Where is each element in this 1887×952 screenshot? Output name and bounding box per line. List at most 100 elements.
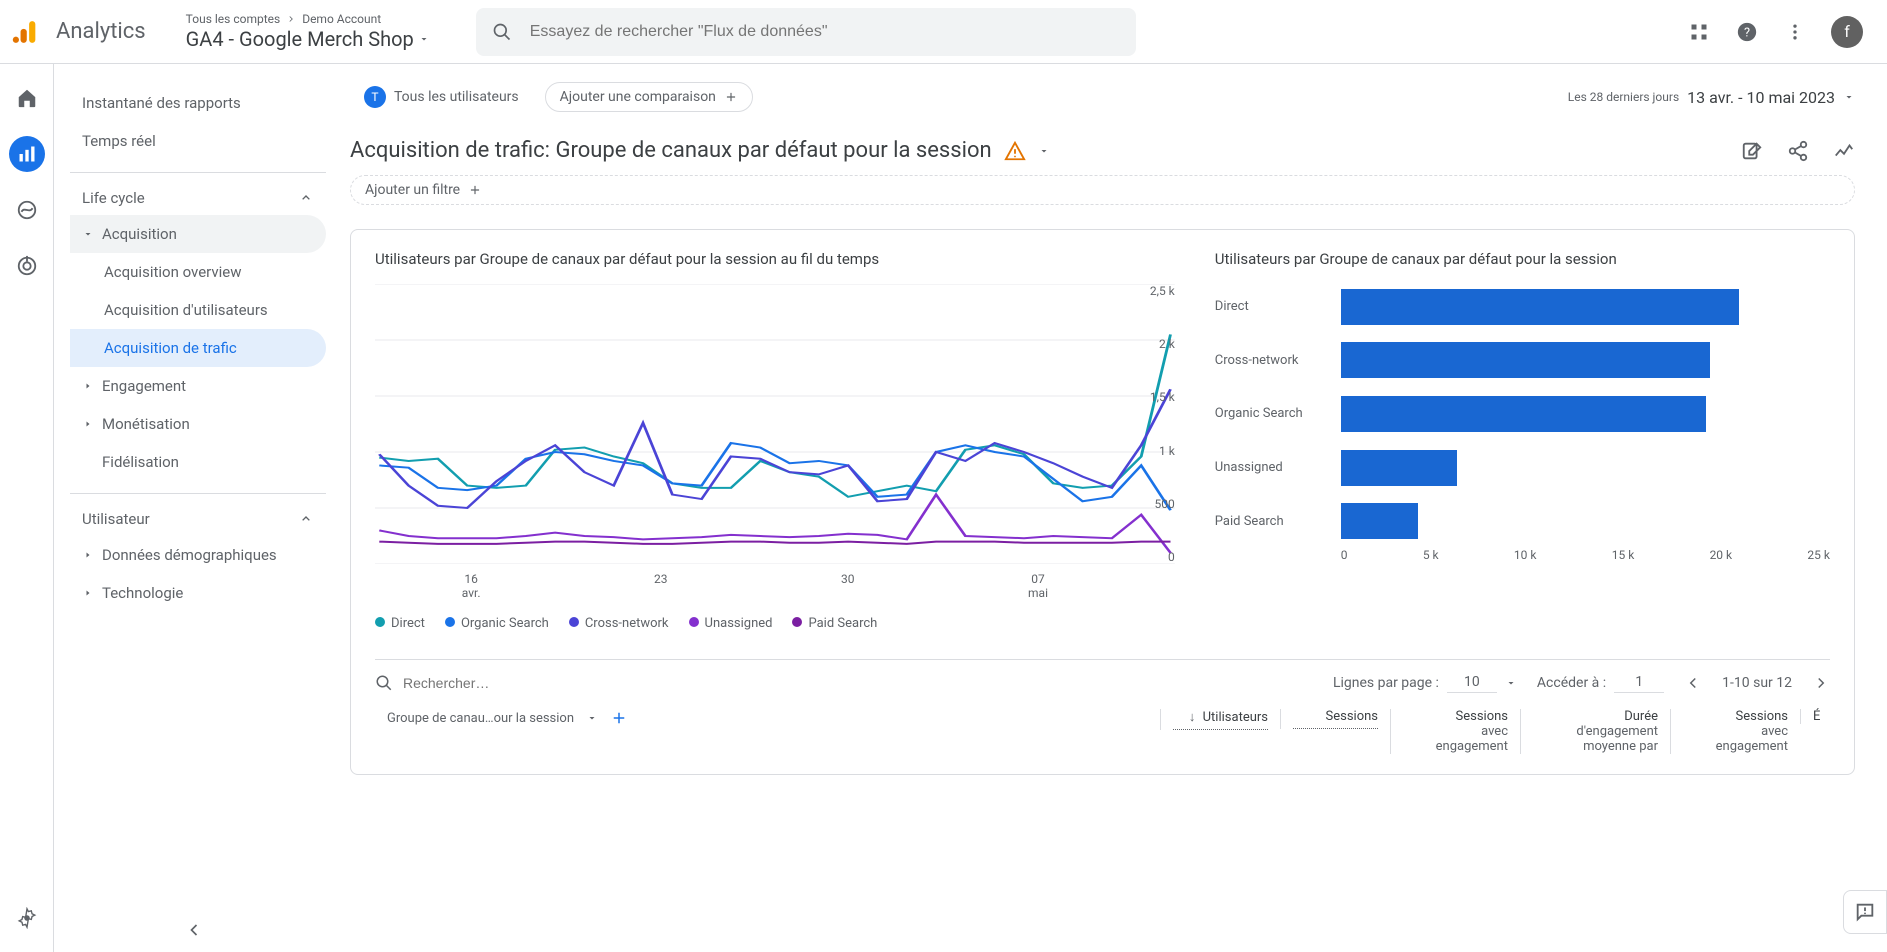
caret-right-icon bbox=[82, 380, 94, 392]
add-filter-button[interactable]: Ajouter un filtre bbox=[350, 175, 1855, 205]
search-bar[interactable] bbox=[476, 8, 1136, 56]
date-range-selector[interactable]: Les 28 derniers jours 13 avr. - 10 mai 2… bbox=[1568, 88, 1855, 107]
avatar[interactable]: f bbox=[1831, 16, 1863, 48]
chevron-right-icon bbox=[286, 14, 296, 24]
chip-add-comparison[interactable]: Ajouter une comparaison bbox=[545, 82, 753, 112]
caret-right-icon bbox=[82, 549, 94, 561]
more-vert-icon[interactable] bbox=[1783, 20, 1807, 44]
caret-down-icon[interactable] bbox=[1038, 145, 1050, 157]
chevron-up-icon bbox=[298, 190, 314, 206]
bar-x-ticks: 05 k10 k15 k20 k25 k bbox=[1341, 548, 1830, 562]
rail-reports-icon[interactable] bbox=[9, 136, 45, 172]
rail-home-icon[interactable] bbox=[9, 80, 45, 116]
caret-right-icon bbox=[82, 587, 94, 599]
th-engaged-sessions-2[interactable]: Sessions avec engagement bbox=[1670, 709, 1800, 754]
apps-icon[interactable] bbox=[1687, 20, 1711, 44]
rail-admin-icon[interactable] bbox=[9, 900, 45, 936]
bar-row: Unassigned bbox=[1215, 448, 1826, 488]
table-controls: Lignes par page : 10 Accéder à : 1 1-10 … bbox=[375, 659, 1830, 693]
th-engaged-sessions[interactable]: Sessions avec engagement bbox=[1390, 709, 1520, 754]
section-user[interactable]: Utilisateur bbox=[70, 502, 326, 536]
caret-right-icon bbox=[82, 418, 94, 430]
chevron-left-icon bbox=[184, 920, 204, 940]
goto-page[interactable]: Accéder à : 1 bbox=[1537, 672, 1664, 693]
bar-chart: Utilisateurs par Groupe de canaux par dé… bbox=[1215, 250, 1830, 631]
bar-plot: Direct Cross-network Organic Search Unassig… bbox=[1215, 284, 1830, 544]
plus-icon bbox=[468, 183, 482, 197]
ga-logo bbox=[12, 18, 40, 46]
warning-icon[interactable] bbox=[1004, 140, 1026, 162]
line-y-ticks: 2,5 k2 k1,5 k1 k5000 bbox=[1135, 284, 1175, 564]
account-selector[interactable]: Tous les comptes Demo Account GA4 - Goog… bbox=[186, 12, 430, 50]
th-extra[interactable]: É bbox=[1800, 709, 1830, 724]
th-sessions[interactable]: Sessions bbox=[1280, 709, 1390, 729]
search-icon bbox=[375, 674, 393, 692]
line-legend: DirectOrganic SearchCross-networkUnassig… bbox=[375, 616, 1175, 631]
sidebar-item-monetisation[interactable]: Monétisation bbox=[70, 405, 326, 443]
table-search[interactable] bbox=[375, 674, 1313, 692]
sidebar-item-realtime[interactable]: Temps réel bbox=[70, 122, 326, 160]
search-icon bbox=[492, 22, 512, 42]
sidebar-item-acq-overview[interactable]: Acquisition overview bbox=[70, 253, 326, 291]
sidebar-item-technology[interactable]: Technologie bbox=[70, 574, 326, 612]
sort-desc-icon bbox=[1189, 710, 1196, 725]
breadcrumb-all-accounts: Tous les comptes bbox=[186, 12, 281, 26]
caret-down-icon bbox=[418, 33, 430, 45]
table-search-input[interactable] bbox=[401, 674, 586, 692]
sidebar-item-fidelisation[interactable]: Fidélisation bbox=[70, 443, 326, 481]
bar-row: Organic Search bbox=[1215, 394, 1826, 434]
sidebar-item-snapshot[interactable]: Instantané des rapports bbox=[70, 84, 326, 122]
plus-icon bbox=[724, 90, 738, 104]
bar-chart-title: Utilisateurs par Groupe de canaux par dé… bbox=[1215, 250, 1830, 268]
chevron-left-icon bbox=[1684, 674, 1702, 692]
svg-text:?: ? bbox=[1744, 25, 1750, 40]
breadcrumb-account: Demo Account bbox=[302, 12, 381, 26]
help-icon[interactable]: ? bbox=[1735, 20, 1759, 44]
add-dimension-icon[interactable] bbox=[610, 709, 628, 727]
property-name: GA4 - Google Merch Shop bbox=[186, 27, 414, 51]
page-next-button[interactable] bbox=[1812, 674, 1830, 692]
th-dimension[interactable]: Groupe de canau…our la session bbox=[375, 709, 1160, 727]
chip-all-users[interactable]: T Tous les utilisateurs bbox=[350, 80, 533, 114]
caret-down-icon bbox=[82, 228, 94, 240]
rail-explore-icon[interactable] bbox=[9, 192, 45, 228]
product-name: Analytics bbox=[56, 19, 146, 44]
page-title: Acquisition de trafic: Groupe de canaux … bbox=[350, 138, 1050, 163]
analytics-logo-icon bbox=[12, 18, 40, 46]
share-icon[interactable] bbox=[1787, 140, 1809, 162]
th-avg-engagement[interactable]: Durée d'engagement moyenne par bbox=[1520, 709, 1670, 754]
insights-icon[interactable] bbox=[1833, 140, 1855, 162]
search-input[interactable] bbox=[528, 22, 1120, 42]
rows-per-page[interactable]: Lignes par page : 10 bbox=[1333, 672, 1517, 693]
sidebar-collapse-button[interactable] bbox=[184, 920, 204, 940]
th-users[interactable]: Utilisateurs bbox=[1160, 709, 1280, 730]
page-range: 1-10 sur 12 bbox=[1722, 675, 1792, 691]
caret-down-icon bbox=[1505, 677, 1517, 689]
report-card: Utilisateurs par Groupe de canaux par dé… bbox=[350, 229, 1855, 775]
line-x-ticks: 16avr.233007mai bbox=[375, 572, 1175, 600]
customize-report-icon[interactable] bbox=[1741, 140, 1763, 162]
audience-badge-icon: T bbox=[364, 86, 386, 108]
line-chart: Utilisateurs par Groupe de canaux par dé… bbox=[375, 250, 1175, 631]
top-icons: ? f bbox=[1687, 16, 1863, 48]
chevron-right-icon bbox=[1812, 674, 1830, 692]
feedback-button[interactable] bbox=[1843, 890, 1887, 934]
caret-down-icon[interactable] bbox=[586, 712, 598, 724]
bar-row: Direct bbox=[1215, 287, 1826, 327]
sidebar-item-acq-users[interactable]: Acquisition d'utilisateurs bbox=[70, 291, 326, 329]
top-bar: Analytics Tous les comptes Demo Account … bbox=[0, 0, 1887, 64]
feedback-icon bbox=[1854, 901, 1876, 923]
sidebar-item-engagement[interactable]: Engagement bbox=[70, 367, 326, 405]
section-lifecycle[interactable]: Life cycle bbox=[70, 181, 326, 215]
nav-rail bbox=[0, 64, 54, 952]
sidebar-item-acquisition[interactable]: Acquisition bbox=[70, 215, 326, 253]
chevron-up-icon bbox=[298, 511, 314, 527]
main-content: T Tous les utilisateurs Ajouter une comp… bbox=[334, 64, 1887, 952]
sidebar-item-demographics[interactable]: Données démographiques bbox=[70, 536, 326, 574]
bar-row: Cross-network bbox=[1215, 340, 1826, 380]
page-prev-button[interactable] bbox=[1684, 674, 1702, 692]
rail-advertising-icon[interactable] bbox=[9, 248, 45, 284]
sidebar-item-acq-traffic[interactable]: Acquisition de trafic bbox=[70, 329, 326, 367]
bar-row: Paid Search bbox=[1215, 501, 1826, 541]
sidebar: Instantané des rapports Temps réel Life … bbox=[54, 64, 334, 952]
